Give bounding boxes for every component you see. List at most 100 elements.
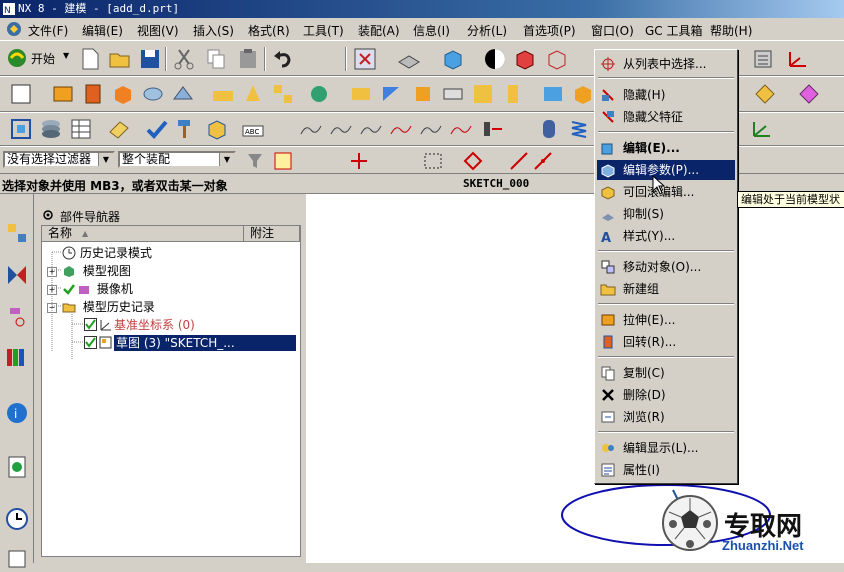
- revolve-toolbar-icon[interactable]: [80, 81, 106, 107]
- expand-icon[interactable]: +: [47, 266, 57, 277]
- menu-item-hide[interactable]: 隐藏(H): [597, 85, 735, 105]
- sketch-icon[interactable]: [8, 81, 34, 107]
- tree-item-history-mode[interactable]: 历史记录模式: [62, 245, 152, 261]
- tree-item-model-history[interactable]: − 模型历史记录: [47, 299, 155, 315]
- surface-g1-icon[interactable]: [388, 116, 414, 142]
- menu-item-new-group[interactable]: 新建组: [597, 279, 735, 299]
- tree-item-model-views[interactable]: + 模型视图: [47, 263, 131, 279]
- mid-point-icon[interactable]: [530, 148, 556, 174]
- surface-g2-icon[interactable]: [418, 116, 444, 142]
- roles-tab-icon[interactable]: [4, 546, 30, 572]
- shaded-view-icon[interactable]: [440, 46, 466, 72]
- menu-item-delete[interactable]: 删除(D): [597, 385, 735, 405]
- box-select-icon[interactable]: [420, 148, 446, 174]
- menu-item-rollback-edit[interactable]: 可回滚编辑...: [597, 182, 735, 202]
- constraint-navigator-tab-icon[interactable]: [4, 304, 30, 330]
- clock-tab-icon[interactable]: [4, 506, 30, 532]
- menu-preferences[interactable]: 首选项(P): [523, 22, 576, 39]
- web-browser-tab-icon[interactable]: i: [4, 400, 30, 426]
- mirror-icon[interactable]: [500, 81, 526, 107]
- save-icon[interactable]: [137, 46, 163, 72]
- cone-icon[interactable]: [170, 81, 196, 107]
- continuity-icon[interactable]: [480, 116, 506, 142]
- trim-icon[interactable]: [306, 81, 332, 107]
- measure-icon[interactable]: [752, 81, 778, 107]
- analysis-icon[interactable]: [796, 81, 822, 107]
- menu-item-edit-parameters[interactable]: 编辑参数(P)...: [597, 160, 735, 180]
- offset-icon[interactable]: [540, 81, 566, 107]
- wcs-icon[interactable]: [784, 46, 810, 72]
- menu-item-edit[interactable]: 编辑(E)...: [597, 138, 735, 158]
- menu-item-properties[interactable]: 属性(I): [597, 460, 735, 480]
- snap-icon[interactable]: [346, 148, 372, 174]
- tree-item-camera[interactable]: + 摄像机: [47, 281, 133, 297]
- fit-view-icon[interactable]: [352, 46, 378, 72]
- block-icon[interactable]: [110, 81, 136, 107]
- column-header-note[interactable]: 附注: [244, 226, 300, 242]
- checkbox-checked-icon[interactable]: [84, 336, 97, 349]
- shell-icon[interactable]: [348, 81, 374, 107]
- menu-analysis[interactable]: 分析(L): [467, 22, 507, 39]
- extrude-toolbar-icon[interactable]: [50, 81, 76, 107]
- menu-item-select-from-list[interactable]: 从列表中选择...: [597, 54, 735, 74]
- hammer-icon[interactable]: [174, 116, 200, 142]
- assembly-icon[interactable]: [8, 116, 34, 142]
- expand-icon[interactable]: +: [47, 284, 57, 295]
- wireframe-icon[interactable]: [544, 46, 570, 72]
- history-palette-tab-icon[interactable]: [4, 454, 30, 480]
- paste-icon[interactable]: [235, 46, 261, 72]
- draft-icon[interactable]: [570, 81, 596, 107]
- layer-icon[interactable]: [750, 46, 776, 72]
- selection-scope-dropdown[interactable]: 整个装配 ▼: [118, 151, 236, 168]
- menu-window[interactable]: 窗口(O): [591, 22, 634, 39]
- orient-view-icon[interactable]: [482, 46, 508, 72]
- menu-item-copy[interactable]: 复制(C): [597, 363, 735, 383]
- cut-icon[interactable]: [171, 46, 197, 72]
- reuse-library-tab-icon[interactable]: [4, 344, 30, 370]
- menu-item-browse[interactable]: 浏览(R): [597, 407, 735, 427]
- menu-item-move-object[interactable]: 移动对象(O)...: [597, 257, 735, 277]
- hole-icon[interactable]: [440, 81, 466, 107]
- menu-file[interactable]: 文件(F): [28, 22, 68, 39]
- check-icon[interactable]: [144, 116, 170, 142]
- graphics-window[interactable]: 专取网 Zhuanzhi.Net: [306, 194, 844, 563]
- datum-icon[interactable]: [240, 81, 266, 107]
- blend-icon[interactable]: [378, 81, 404, 107]
- menu-tools[interactable]: 工具(T): [303, 22, 344, 39]
- menu-item-suppress[interactable]: 抑制(S): [597, 204, 735, 224]
- menu-edit[interactable]: 编辑(E): [82, 22, 123, 39]
- tree-item-datum-csys[interactable]: 基准坐标系 (0): [84, 317, 195, 333]
- point-icon[interactable]: [270, 81, 296, 107]
- cylinder-stack-icon[interactable]: [536, 116, 562, 142]
- surface-g0-icon[interactable]: [358, 116, 384, 142]
- type-filter-dropdown[interactable]: 没有选择过滤器 ▼: [3, 151, 115, 168]
- end-point-icon[interactable]: [506, 148, 532, 174]
- filter-icon[interactable]: [242, 148, 268, 174]
- surface-1-icon[interactable]: [298, 116, 324, 142]
- open-icon[interactable]: [107, 46, 133, 72]
- chamfer-icon[interactable]: [410, 81, 436, 107]
- pattern-icon[interactable]: [470, 81, 496, 107]
- menu-item-extrude[interactable]: 拉伸(E)...: [597, 310, 735, 330]
- new-icon[interactable]: [77, 46, 103, 72]
- column-header-name[interactable]: 名称 ▲: [42, 226, 244, 242]
- boolean-icon[interactable]: [210, 81, 236, 107]
- menu-item-revolve[interactable]: 回转(R)...: [597, 332, 735, 352]
- undo-icon[interactable]: [270, 46, 296, 72]
- checkbox-checked-icon[interactable]: [84, 318, 97, 331]
- menu-view[interactable]: 视图(V): [137, 22, 179, 39]
- select-feature-icon[interactable]: [270, 148, 296, 174]
- menu-format[interactable]: 格式(R): [248, 22, 290, 39]
- spring-icon[interactable]: [566, 116, 592, 142]
- menu-info[interactable]: 信息(I): [413, 22, 450, 39]
- eraser-icon[interactable]: [106, 116, 132, 142]
- surface-g3-icon[interactable]: [448, 116, 474, 142]
- app-menu-icon[interactable]: [6, 21, 22, 37]
- menu-help[interactable]: 帮助(H): [710, 22, 752, 39]
- cylinder-icon[interactable]: [140, 81, 166, 107]
- layers-icon[interactable]: [38, 116, 64, 142]
- assembly-navigator-tab-icon[interactable]: [4, 262, 30, 288]
- section-view-icon[interactable]: [512, 46, 538, 72]
- menu-gc-toolbox[interactable]: GC 工具箱: [645, 22, 703, 39]
- menu-assembly[interactable]: 装配(A): [358, 22, 400, 39]
